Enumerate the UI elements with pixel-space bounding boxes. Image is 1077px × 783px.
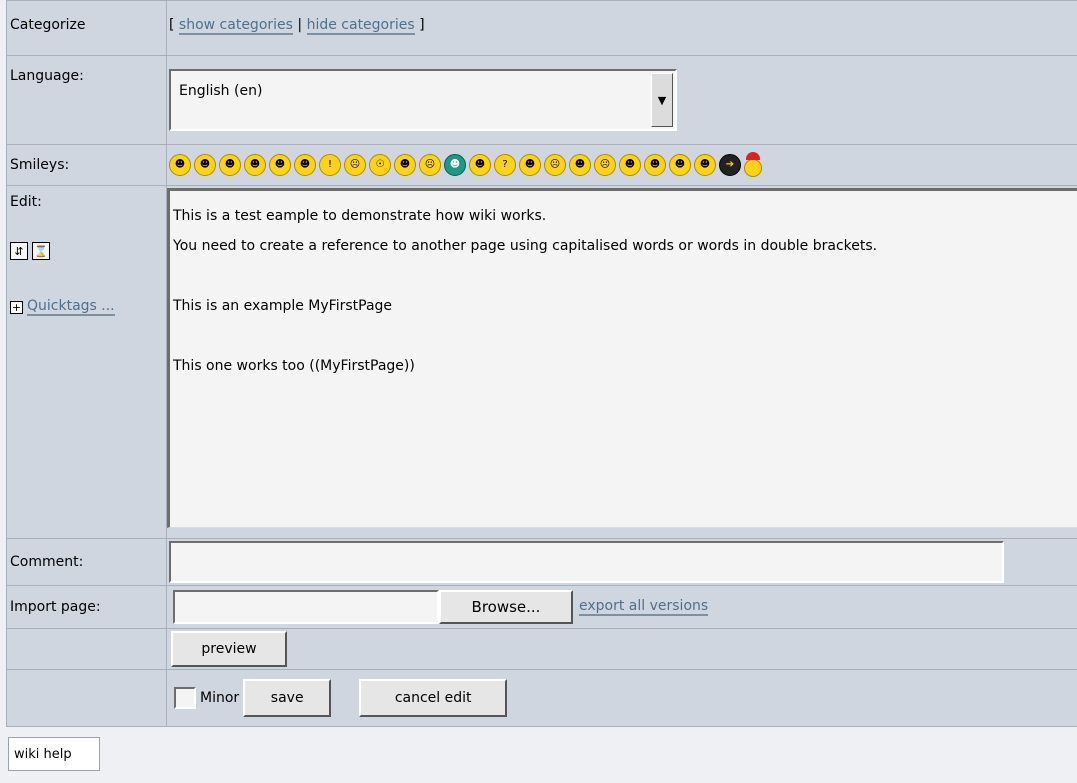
comment-label: Comment: [6,538,167,586]
smiley-idea-icon[interactable]: ☉ [369,154,391,176]
quicktags-link[interactable]: Quicktags ... [27,298,115,316]
smiley-arrow-icon[interactable]: ➔ [719,154,741,176]
expand-plus-icon[interactable]: + [10,300,23,314]
smiley-surprised-icon[interactable]: ☻ [644,154,666,176]
language-select[interactable]: English (en) ▼ [169,69,677,131]
smiley-bar: ☻ ☻ ☻ ☻ ☻ ☻ ! ☹ ☉ ☻ ☹ ☻ ☻ ? ☻ ☹ ☻ ☹ ☻ ☻ [169,152,1077,177]
language-row: Language: English (en) ▼ [6,55,1077,145]
edit-row: Edit: ⇵ ⌛ + Quicktags ... This is a test… [6,185,1077,539]
bracket-open: [ [169,17,175,33]
smiley-mad-icon[interactable]: ☹ [419,154,441,176]
bracket-close: ] [419,17,425,33]
smiley-frown-icon[interactable]: ☹ [344,154,366,176]
categorize-label: Categorize [6,0,167,56]
minor-label: Minor [200,690,240,706]
edit-form: Categorize [ show categories | hide cate… [6,0,1077,727]
smiley-mrgreen-icon[interactable]: ☻ [444,154,466,176]
smiley-eek-icon[interactable]: ☻ [269,154,291,176]
smileys-row: Smileys: ☻ ☻ ☻ ☻ ☻ ☻ ! ☹ ☉ ☻ ☹ ☻ ☻ ? ☻ ☹… [6,144,1077,186]
hourglass-icon[interactable]: ⌛ [32,242,50,260]
categorize-row: Categorize [ show categories | hide cate… [6,0,1077,56]
smiley-razz-icon[interactable]: ☻ [519,154,541,176]
resize-textarea-icon[interactable]: ⇵ [10,242,28,260]
smiley-confused-icon[interactable]: ☻ [194,154,216,176]
language-label: Language: [6,55,167,145]
browse-button[interactable]: Browse... [439,590,573,624]
smiley-santa-icon[interactable] [744,152,762,177]
import-file-input[interactable] [173,590,439,624]
smiley-lol-icon[interactable]: ☻ [394,154,416,176]
export-all-versions-link[interactable]: export all versions [579,598,709,616]
save-button[interactable]: save [243,679,332,717]
import-row: Import page: Browse... export all versio… [6,585,1077,629]
preview-row: preview [6,628,1077,670]
hide-categories-link[interactable]: hide categories [306,17,415,35]
smiley-cry-icon[interactable]: ☻ [244,154,266,176]
smiley-wink-icon[interactable]: ☻ [694,154,716,176]
smiley-twisted-icon[interactable]: ☻ [669,154,691,176]
dropdown-arrow-icon[interactable]: ▼ [651,73,673,127]
smiley-exclaim-icon[interactable]: ! [319,154,341,176]
smiley-biggrin-icon[interactable]: ☻ [169,154,191,176]
smiley-rolleyes-icon[interactable]: ☻ [569,154,591,176]
edit-textarea[interactable]: This is a test eample to demonstrate how… [167,188,1077,528]
wiki-help-button[interactable]: wiki help [8,737,100,771]
smileys-label: Smileys: [6,144,167,186]
comment-row: Comment: [6,538,1077,586]
minor-checkbox[interactable] [174,687,196,709]
language-selected-value: English (en) [179,83,263,99]
edit-label: Edit: [10,194,42,210]
smiley-cool-icon[interactable]: ☻ [219,154,241,176]
category-separator: | [297,17,303,33]
cancel-edit-button[interactable]: cancel edit [359,679,508,717]
smiley-neutral-icon[interactable]: ☻ [469,154,491,176]
smiley-question-icon[interactable]: ? [494,154,516,176]
save-row: Minor save cancel edit [6,669,1077,727]
import-label: Import page: [6,585,167,629]
comment-input[interactable] [169,541,1004,583]
smiley-redface-icon[interactable]: ☹ [544,154,566,176]
quicktags-toggle[interactable]: + Quicktags ... [10,298,166,316]
show-categories-link[interactable]: show categories [178,17,293,35]
preview-button[interactable]: preview [171,631,287,667]
smiley-smile-icon[interactable]: ☻ [619,154,641,176]
smiley-evil-icon[interactable]: ☻ [294,154,316,176]
edit-tools: ⇵ ⌛ [10,242,166,260]
smiley-sad-icon[interactable]: ☹ [594,154,616,176]
